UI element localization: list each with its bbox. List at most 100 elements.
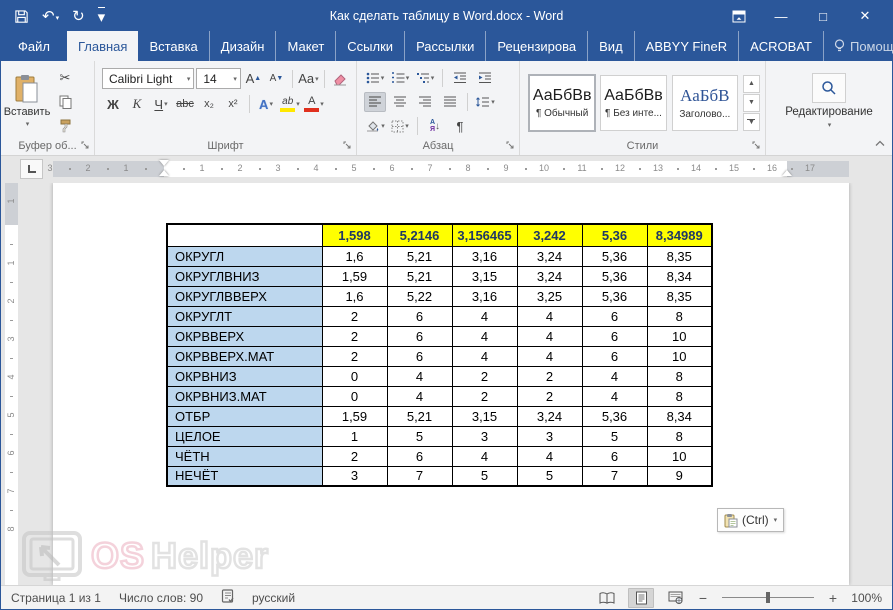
table-header-cell[interactable]: 1,598 — [322, 224, 387, 246]
table-cell[interactable]: 6 — [387, 346, 452, 366]
decrease-indent-button[interactable] — [449, 68, 471, 88]
style-normal[interactable]: АаБбВв ¶ Обычный — [529, 75, 595, 131]
ribbon-tab[interactable]: Макет — [276, 31, 336, 61]
table-cell[interactable]: 10 — [647, 446, 712, 466]
table-cell[interactable]: 4 — [387, 386, 452, 406]
underline-button[interactable]: Ч▾ — [150, 94, 172, 114]
table-cell[interactable]: 8 — [647, 386, 712, 406]
close-button[interactable]: ✕ — [844, 1, 886, 31]
print-layout-button[interactable] — [628, 588, 654, 608]
ribbon-tab[interactable]: Вид — [588, 31, 635, 61]
show-marks-button[interactable]: ¶ — [449, 116, 471, 136]
zoom-slider-handle[interactable] — [766, 592, 770, 603]
table-cell[interactable]: 3 — [322, 466, 387, 486]
table-cell[interactable]: 3,25 — [517, 286, 582, 306]
table-cell[interactable]: 6 — [582, 446, 647, 466]
table-cell[interactable]: 3,24 — [517, 266, 582, 286]
table-cell[interactable]: 9 — [647, 466, 712, 486]
table-header-cell[interactable]: 3,242 — [517, 224, 582, 246]
table-cell[interactable]: 1,6 — [322, 246, 387, 266]
table-cell[interactable]: 5,36 — [582, 246, 647, 266]
table-corner-cell[interactable] — [167, 224, 322, 246]
clear-formatting-button[interactable] — [330, 69, 351, 89]
table-cell[interactable]: 4 — [452, 346, 517, 366]
minimize-button[interactable]: — — [760, 1, 802, 31]
hanging-indent-marker[interactable] — [159, 170, 169, 176]
maximize-button[interactable]: □ — [802, 1, 844, 31]
table-cell[interactable]: 0 — [322, 386, 387, 406]
table-cell[interactable]: 5,22 — [387, 286, 452, 306]
table-cell[interactable]: 3,24 — [517, 246, 582, 266]
collapse-ribbon-button[interactable] — [875, 134, 885, 152]
justify-button[interactable] — [439, 92, 461, 112]
table-cell[interactable]: 5 — [517, 466, 582, 486]
table-cell[interactable]: 6 — [582, 346, 647, 366]
vertical-ruler[interactable]: 112345678 — [5, 183, 18, 585]
table-cell[interactable]: 6 — [387, 306, 452, 326]
table-cell[interactable]: 4 — [452, 446, 517, 466]
table-cell[interactable]: 4 — [452, 326, 517, 346]
table-cell[interactable]: 2 — [452, 386, 517, 406]
table-cell[interactable]: 2 — [322, 326, 387, 346]
table-cell[interactable]: 3,24 — [517, 406, 582, 426]
table-row-header-cell[interactable]: ОКРУГЛВВЕРХ — [167, 286, 322, 306]
table-row-header-cell[interactable]: НЕЧЁТ — [167, 466, 322, 486]
table-cell[interactable]: 5,21 — [387, 266, 452, 286]
ribbon-tab[interactable]: Рецензирова — [486, 31, 588, 61]
ribbon-tab[interactable]: Главная — [67, 31, 138, 61]
table-header-cell[interactable]: 3,156465 — [452, 224, 517, 246]
table-cell[interactable]: 8 — [647, 426, 712, 446]
table-cell[interactable]: 3 — [452, 426, 517, 446]
font-family-combo[interactable]: Calibri Light▾ — [102, 68, 194, 89]
read-mode-button[interactable] — [594, 588, 620, 608]
zoom-in-button[interactable]: + — [826, 590, 840, 606]
table-cell[interactable]: 1,6 — [322, 286, 387, 306]
styles-scroll-down-button[interactable]: ▼ — [743, 94, 760, 112]
ribbon-tab[interactable]: Дизайн — [210, 31, 277, 61]
table-cell[interactable]: 6 — [582, 306, 647, 326]
increase-indent-button[interactable] — [474, 68, 496, 88]
table-row-header-cell[interactable]: ОКРУГЛ — [167, 246, 322, 266]
web-layout-button[interactable] — [662, 588, 688, 608]
table-cell[interactable]: 8,35 — [647, 286, 712, 306]
ribbon-tab[interactable]: ACROBAT — [739, 31, 824, 61]
redo-button[interactable]: ↻ — [72, 9, 85, 24]
table-cell[interactable]: 2 — [322, 346, 387, 366]
language-indicator[interactable]: русский — [252, 591, 295, 605]
table-cell[interactable]: 3,15 — [452, 266, 517, 286]
ribbon-tab[interactable]: Рассылки — [405, 31, 486, 61]
superscript-button[interactable]: x² — [222, 94, 244, 114]
word-count[interactable]: Число слов: 90 — [119, 591, 203, 605]
undo-button[interactable]: ↶▾ — [42, 9, 59, 24]
document-page[interactable]: 1,5985,21463,1564653,2425,368,34989ОКРУГ… — [53, 183, 849, 585]
page-indicator[interactable]: Страница 1 из 1 — [11, 591, 101, 605]
first-line-indent-marker[interactable] — [159, 160, 169, 166]
bold-button[interactable]: Ж — [102, 94, 124, 114]
align-center-button[interactable] — [389, 92, 411, 112]
clipboard-dialog-launcher[interactable] — [81, 140, 89, 152]
table-cell[interactable]: 6 — [582, 326, 647, 346]
strikethrough-button[interactable]: abc — [174, 94, 196, 114]
table-cell[interactable]: 10 — [647, 346, 712, 366]
table-cell[interactable]: 4 — [452, 306, 517, 326]
table-row-header-cell[interactable]: ОТБР — [167, 406, 322, 426]
table-cell[interactable]: 3,15 — [452, 406, 517, 426]
table-row-header-cell[interactable]: ЧЁТН — [167, 446, 322, 466]
undo-dropdown-icon[interactable]: ▾ — [56, 15, 60, 22]
data-table[interactable]: 1,5985,21463,1564653,2425,368,34989ОКРУГ… — [166, 223, 713, 487]
table-cell[interactable]: 3,16 — [452, 286, 517, 306]
customize-qat-button[interactable]: ▾ — [98, 7, 106, 25]
table-cell[interactable]: 2 — [517, 366, 582, 386]
change-case-button[interactable]: Aa▾ — [298, 69, 319, 89]
table-cell[interactable]: 7 — [387, 466, 452, 486]
font-dialog-launcher[interactable] — [343, 140, 351, 152]
font-size-combo[interactable]: 14▾ — [196, 68, 241, 89]
table-cell[interactable]: 5,21 — [387, 246, 452, 266]
tell-me-helper[interactable]: Помощн — [824, 31, 893, 61]
table-cell[interactable]: 1 — [322, 426, 387, 446]
sort-button[interactable]: АЯ↓ — [424, 116, 446, 136]
table-cell[interactable]: 1,59 — [322, 406, 387, 426]
text-effects-button[interactable]: А▾ — [255, 94, 277, 114]
styles-scroll-up-button[interactable]: ▲ — [743, 75, 760, 93]
table-cell[interactable]: 3 — [517, 426, 582, 446]
